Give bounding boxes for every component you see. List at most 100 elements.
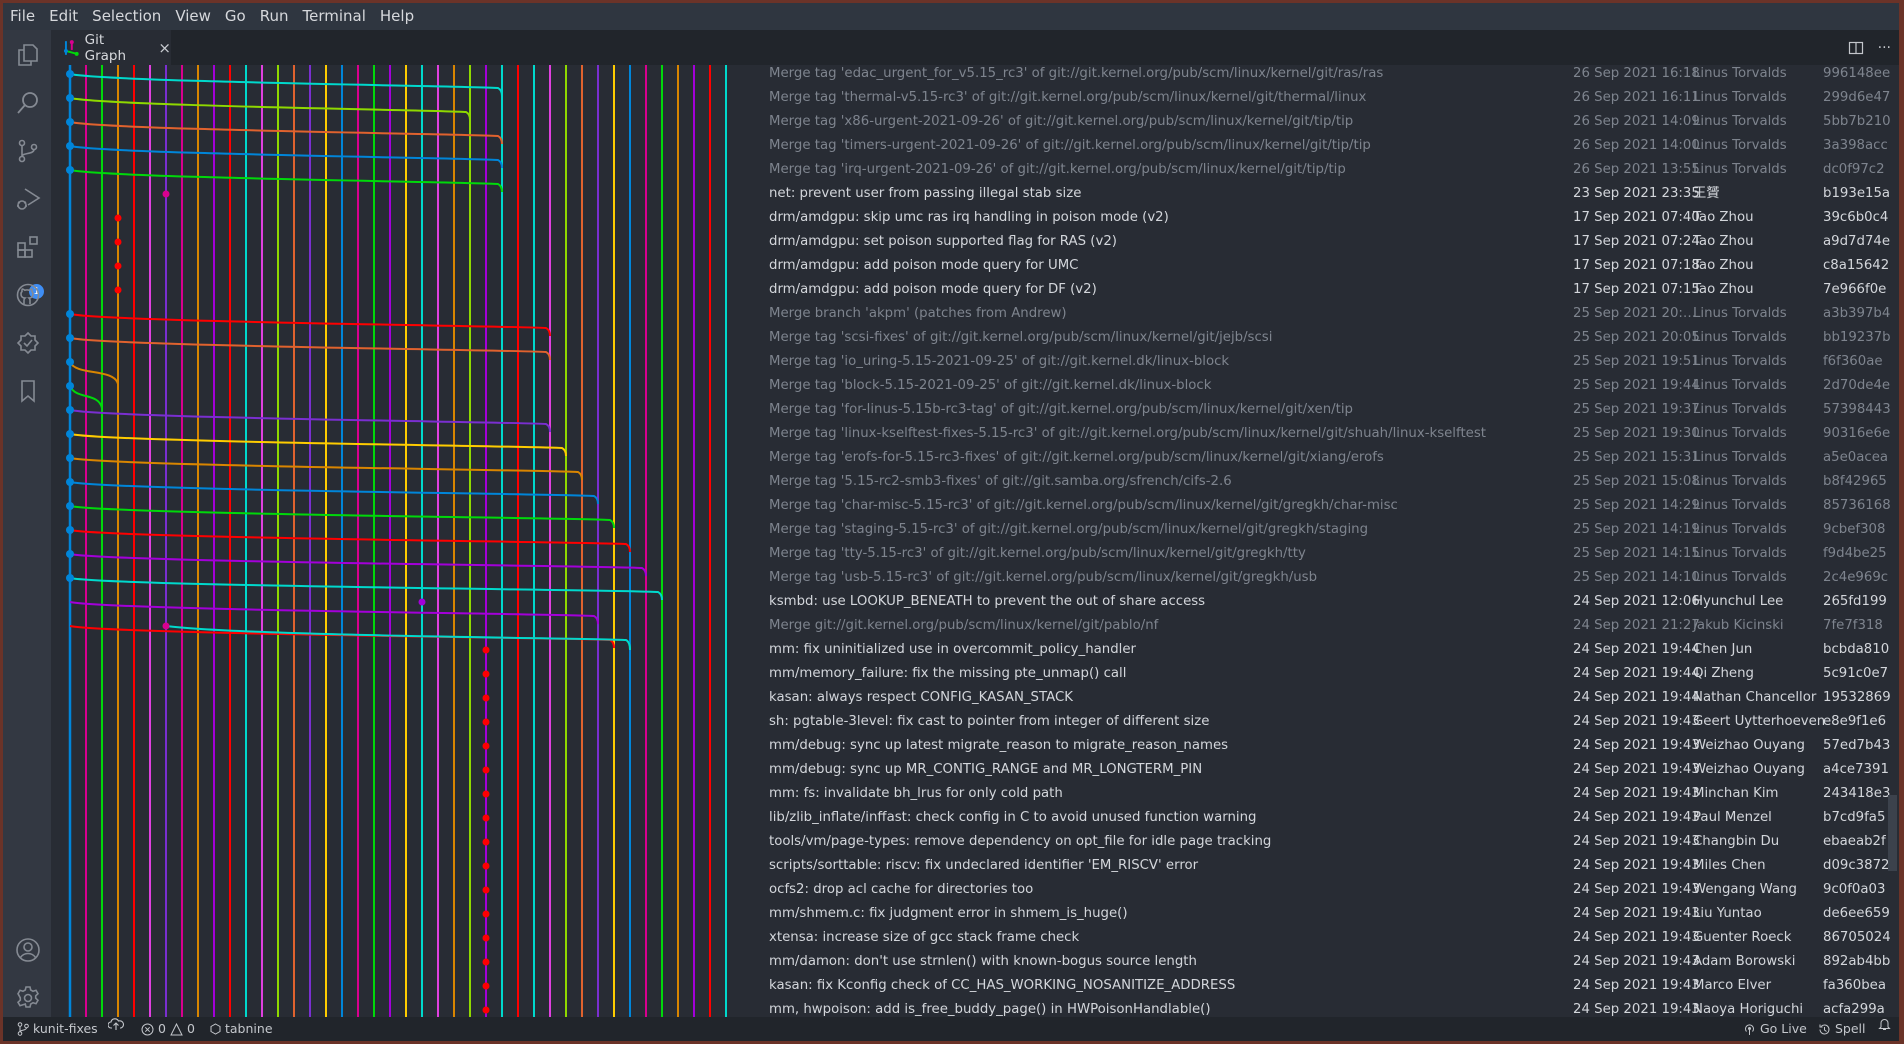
commit-row[interactable]: drm/amdgpu: skip umc ras irq handling in…	[763, 206, 1899, 230]
commit-row[interactable]: xtensa: increase size of gcc stack frame…	[763, 926, 1899, 950]
commit-message: Merge tag 'usb-5.15-rc3' of git://git.ke…	[769, 570, 1318, 585]
commit-date: 25 Sep 2021 15:08	[1573, 474, 1700, 489]
split-editor-icon[interactable]	[1848, 40, 1864, 56]
menu-view[interactable]: View	[168, 3, 218, 30]
commit-row[interactable]: Merge tag 'linux-kselftest-fixes-5.15-rc…	[763, 422, 1899, 446]
warning-icon	[170, 1022, 183, 1035]
commit-dot	[66, 526, 74, 534]
commit-row[interactable]: mm/damon: don't use strnlen() with known…	[763, 950, 1899, 974]
commit-row[interactable]: Merge tag 'tty-5.15-rc3' of git://git.ke…	[763, 542, 1899, 566]
commit-row[interactable]: scripts/sorttable: riscv: fix undeclared…	[763, 854, 1899, 878]
commit-row[interactable]: Merge tag 'erofs-for-5.15-rc3-fixes' of …	[763, 446, 1899, 470]
commit-message: kasan: fix Kconfig check of CC_HAS_WORKI…	[769, 978, 1236, 993]
commit-hash: 90316e6e	[1823, 426, 1891, 441]
account-icon[interactable]	[15, 937, 41, 963]
source-control-icon[interactable]	[15, 138, 41, 164]
menu-file[interactable]: File	[3, 3, 42, 30]
commit-row[interactable]: Merge tag 'io_uring-5.15-2021-09-25' of …	[763, 350, 1899, 374]
commit-hash: 892ab4bb	[1823, 954, 1891, 969]
commit-row[interactable]: Merge tag 'edac_urgent_for_v5.15_rc3' of…	[763, 65, 1899, 86]
go-live-button[interactable]: Go Live	[1743, 1017, 1807, 1041]
commit-row[interactable]: Merge tag 'char-misc-5.15-rc3' of git://…	[763, 494, 1899, 518]
commit-dot	[482, 814, 490, 822]
commit-row[interactable]: lib/zlib_inflate/inffast: check config i…	[763, 806, 1899, 830]
commit-row[interactable]: Merge branch 'akpm' (patches from Andrew…	[763, 302, 1899, 326]
commit-date: 24 Sep 2021 19:43	[1573, 930, 1700, 945]
commit-date: 25 Sep 2021 14:10	[1573, 570, 1700, 585]
commit-row[interactable]: kasan: always respect CONFIG_KASAN_STACK…	[763, 686, 1899, 710]
menu-edit[interactable]: Edit	[42, 3, 85, 30]
commit-row[interactable]: ksmbd: use LOOKUP_BENEATH to prevent the…	[763, 590, 1899, 614]
run-debug-icon[interactable]	[15, 186, 41, 212]
commit-row[interactable]: Merge tag 'staging-5.15-rc3' of git://gi…	[763, 518, 1899, 542]
menu-selection[interactable]: Selection	[85, 3, 168, 30]
commit-row[interactable]: mm: fs: invalidate bh_lrus for only cold…	[763, 782, 1899, 806]
commit-row[interactable]: Merge tag 'thermal-v5.15-rc3' of git://g…	[763, 86, 1899, 110]
commit-dot	[66, 574, 74, 582]
gitlens-icon[interactable]	[15, 330, 41, 356]
commit-dot	[482, 838, 490, 846]
commit-hash: 9c0f0a03	[1823, 882, 1886, 897]
commit-row[interactable]: net: prevent user from passing illegal s…	[763, 182, 1899, 206]
commit-row[interactable]: Merge git://git.kernel.org/pub/scm/linux…	[763, 614, 1899, 638]
commit-date: 24 Sep 2021 19:43	[1573, 714, 1700, 729]
menu-help[interactable]: Help	[373, 3, 421, 30]
tab-git-graph[interactable]: Git Graph ×	[51, 30, 171, 65]
commit-hash: 299d6e47	[1823, 90, 1891, 105]
commit-row[interactable]: Merge tag 'for-linus-5.15b-rc3-tag' of g…	[763, 398, 1899, 422]
commit-row[interactable]: Merge tag 'scsi-fixes' of git://git.kern…	[763, 326, 1899, 350]
commit-author: Tao Zhou	[1693, 234, 1754, 249]
commit-dot	[482, 670, 490, 678]
commit-author: Changbin Du	[1693, 834, 1780, 849]
notifications-bell-icon[interactable]	[1878, 1017, 1891, 1031]
commit-row[interactable]: Merge tag 'block-5.15-2021-09-25' of git…	[763, 374, 1899, 398]
commit-row[interactable]: mm/memory_failure: fix the missing pte_u…	[763, 662, 1899, 686]
commit-row[interactable]: tools/vm/page-types: remove dependency o…	[763, 830, 1899, 854]
commit-author: Linus Torvalds	[1693, 138, 1787, 153]
branch-indicator[interactable]: kunit-fixes	[17, 1017, 98, 1041]
commit-row[interactable]: Merge tag 'irq-urgent-2021-09-26' of git…	[763, 158, 1899, 182]
commit-row[interactable]: ocfs2: drop acl cache for directories to…	[763, 878, 1899, 902]
commit-row[interactable]: mm/debug: sync up latest migrate_reason …	[763, 734, 1899, 758]
commit-row[interactable]: drm/amdgpu: add poison mode query for UM…	[763, 254, 1899, 278]
commit-dot	[66, 406, 74, 414]
commit-row[interactable]: mm: fix uninitialized use in overcommit_…	[763, 638, 1899, 662]
menu-terminal[interactable]: Terminal	[296, 3, 373, 30]
commit-hash: a5e0acea	[1823, 450, 1889, 465]
scrollbar-thumb[interactable]	[1888, 795, 1897, 871]
commit-author: Linus Torvalds	[1693, 450, 1787, 465]
problems-indicator[interactable]: 0 0	[141, 1017, 195, 1041]
merge-curve	[69, 433, 567, 457]
commit-row[interactable]: mm/debug: sync up MR_CONTIG_RANGE and MR…	[763, 758, 1899, 782]
search-icon[interactable]	[15, 90, 41, 116]
explorer-icon[interactable]	[15, 42, 41, 68]
commit-list: Merge tag 'edac_urgent_for_v5.15_rc3' of…	[763, 65, 1899, 1020]
commit-row[interactable]: Merge tag 'x86-urgent-2021-09-26' of git…	[763, 110, 1899, 134]
github-icon[interactable]	[15, 282, 41, 308]
menu-go[interactable]: Go	[218, 3, 253, 30]
commit-row[interactable]: mm/shmem.c: fix judgment error in shmem_…	[763, 902, 1899, 926]
commit-dot	[66, 70, 74, 78]
commit-date: 25 Sep 2021 20:…	[1573, 306, 1697, 321]
commit-row[interactable]: sh: pgtable-3level: fix cast to pointer …	[763, 710, 1899, 734]
commit-row[interactable]: drm/amdgpu: set poison supported flag fo…	[763, 230, 1899, 254]
menu-run[interactable]: Run	[253, 3, 296, 30]
commit-row[interactable]: Merge tag '5.15-rc2-smb3-fixes' of git:/…	[763, 470, 1899, 494]
commit-date: 24 Sep 2021 19:43	[1573, 978, 1700, 993]
close-icon[interactable]: ×	[158, 39, 171, 57]
commit-row[interactable]: Merge tag 'timers-urgent-2021-09-26' of …	[763, 134, 1899, 158]
commit-hash: a9d7d74e	[1823, 234, 1891, 249]
commit-row[interactable]: drm/amdgpu: add poison mode query for DF…	[763, 278, 1899, 302]
extensions-icon[interactable]	[15, 234, 41, 260]
settings-gear-icon[interactable]	[15, 985, 41, 1011]
commit-row[interactable]: Merge tag 'usb-5.15-rc3' of git://git.ke…	[763, 566, 1899, 590]
commit-dot	[66, 358, 74, 366]
spell-button[interactable]: Spell	[1818, 1017, 1866, 1041]
commit-row[interactable]: kasan: fix Kconfig check of CC_HAS_WORKI…	[763, 974, 1899, 998]
bookmarks-icon[interactable]	[15, 378, 41, 404]
tabnine-status[interactable]: tabnine	[210, 1017, 273, 1041]
sync-icon[interactable]	[108, 1017, 124, 1031]
commit-message: Merge tag 'tty-5.15-rc3' of git://git.ke…	[769, 546, 1306, 561]
commit-date: 24 Sep 2021 19:43	[1573, 882, 1700, 897]
more-actions-icon[interactable]: ···	[1878, 40, 1891, 56]
